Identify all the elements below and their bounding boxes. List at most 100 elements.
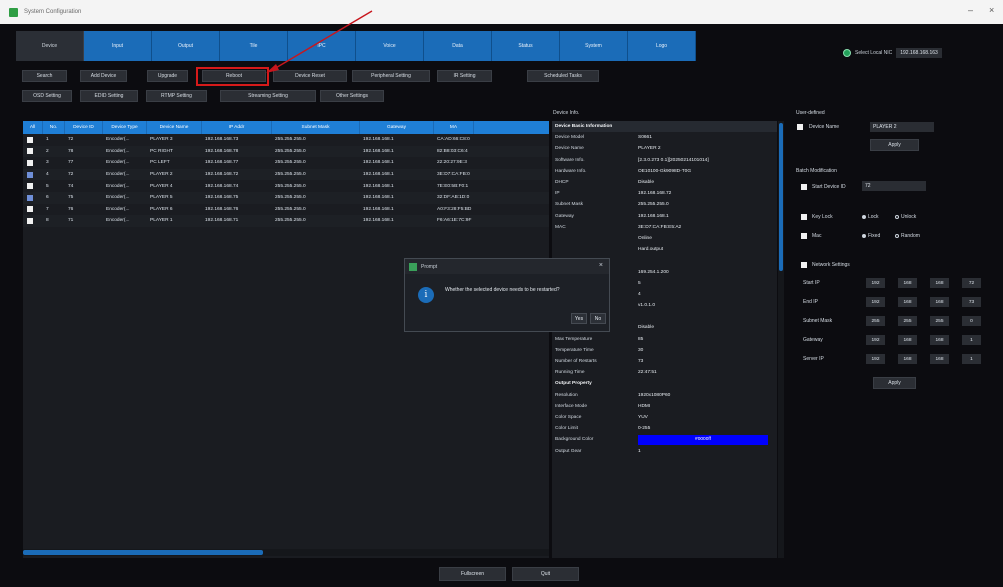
row-checkbox-cell[interactable] xyxy=(23,134,43,146)
table-row[interactable]: 4 72 Encoder(... PLAYER 2 192.168.168.72 255.… xyxy=(23,168,549,181)
row-checkbox[interactable] xyxy=(27,194,33,201)
column-header-device-name[interactable]: Device Name xyxy=(147,121,202,134)
ip-octet-input[interactable]: 168 xyxy=(930,278,949,288)
ip-octet-input[interactable]: 168 xyxy=(898,278,917,288)
cell-type: Encoder(... xyxy=(106,206,130,212)
ip-octet-input[interactable]: 192 xyxy=(866,335,885,345)
column-header-device-id[interactable]: Device ID xyxy=(65,121,103,134)
table-row[interactable]: 3 77 Encoder(... PC LEFT 192.168.168.77 255.2… xyxy=(23,157,549,169)
column-header-ip-addr[interactable]: IP Addr xyxy=(202,121,272,134)
row-checkbox-cell[interactable] xyxy=(23,146,43,158)
ip-octet-input[interactable]: 73 xyxy=(962,297,981,307)
ip-octet-input[interactable]: 192 xyxy=(866,354,885,364)
column-header-no-[interactable]: No. xyxy=(43,121,65,134)
cell-name: PLAYER 3 xyxy=(150,137,173,143)
column-header-all[interactable]: All xyxy=(23,121,43,134)
info-value: 4 xyxy=(638,291,641,297)
row-checkbox[interactable] xyxy=(27,136,33,143)
ip-octet-input[interactable]: 168 xyxy=(930,297,949,307)
dialog-yes-button[interactable]: Yes xyxy=(571,313,587,324)
info-key: Color Limit xyxy=(555,426,578,432)
horizontal-scroll-thumb[interactable] xyxy=(23,550,263,555)
fixed-radio[interactable]: Fixed xyxy=(862,233,880,239)
row-checkbox[interactable] xyxy=(27,217,33,224)
key-lock-label: Key Lock xyxy=(812,214,833,220)
cell-mac: 82:B8:03:C6:4 xyxy=(437,148,468,154)
info-key: Color Space xyxy=(555,414,582,420)
mac-checkbox[interactable] xyxy=(801,233,807,239)
row-checkbox[interactable] xyxy=(27,148,33,155)
start-device-id-checkbox[interactable] xyxy=(801,184,807,190)
cell-no: 1 xyxy=(46,137,49,143)
ip-octet-input[interactable]: 168 xyxy=(898,335,917,345)
ip-octet-input[interactable]: 168 xyxy=(930,354,949,364)
ip-octet-input[interactable]: 192 xyxy=(866,278,885,288)
ip-octet-input[interactable]: 168 xyxy=(930,335,949,345)
info-value: Online xyxy=(638,235,652,241)
cell-ip: 192.168.168.73 xyxy=(205,137,239,143)
dialog-no-button[interactable]: No xyxy=(590,313,606,324)
ip-octet-input[interactable]: 192 xyxy=(866,297,885,307)
ip-octet-input[interactable]: 255 xyxy=(866,316,885,326)
cell-mask: 255.255.255.0 xyxy=(275,160,306,166)
key-lock-checkbox[interactable] xyxy=(801,214,807,220)
batch-modification-title: Batch Modification xyxy=(796,168,837,174)
random-radio[interactable]: Random xyxy=(895,233,920,239)
fixed-radio-label: Fixed xyxy=(868,233,881,239)
lock-radio[interactable]: Lock xyxy=(862,214,879,220)
row-checkbox-cell[interactable] xyxy=(23,157,43,169)
cell-no: 5 xyxy=(46,183,49,189)
column-header-ma[interactable]: MA xyxy=(434,121,474,134)
ip-octet-input[interactable]: 1 xyxy=(962,354,981,364)
table-row[interactable]: 6 75 Encoder(... PLAYER 5 192.168.168.75 255.… xyxy=(23,191,549,204)
device-name-checkbox[interactable] xyxy=(797,124,803,130)
ip-octet-input[interactable]: 168 xyxy=(898,297,917,307)
dialog-close-icon[interactable]: × xyxy=(599,262,603,269)
network-settings-checkbox[interactable] xyxy=(801,262,807,268)
apply-batch-button[interactable]: Apply xyxy=(873,377,916,389)
device-name-input[interactable]: PLAYER 2 xyxy=(870,122,934,132)
quit-button[interactable]: Quit xyxy=(512,567,579,581)
column-header-subnet-mask[interactable]: Subnet Mask xyxy=(272,121,360,134)
row-checkbox[interactable] xyxy=(27,206,33,213)
background-color-swatch: #0000ff xyxy=(638,434,768,445)
table-row[interactable]: 7 76 Encoder(... PLAYER 6 192.168.168.76 255.… xyxy=(23,204,549,216)
row-checkbox[interactable] xyxy=(27,183,33,190)
row-checkbox[interactable] xyxy=(27,159,33,166)
column-header-device-type[interactable]: Device Type xyxy=(103,121,147,134)
row-checkbox-cell[interactable] xyxy=(23,192,43,204)
apply-name-button[interactable]: Apply xyxy=(870,139,919,151)
info-row: DHCP Disable xyxy=(552,177,777,188)
vertical-scroll-thumb[interactable] xyxy=(779,123,783,271)
user-defined-title: User-defined xyxy=(796,110,825,116)
table-row[interactable]: 1 72 Encoder(... PLAYER 3 192.168.168.73 255.… xyxy=(23,134,549,146)
column-header-gateway[interactable]: Gateway xyxy=(360,121,434,134)
ip-octet-input[interactable]: 1 xyxy=(962,335,981,345)
cell-mac: 3E:D7:CA:FB:0 xyxy=(437,172,470,178)
row-checkbox-cell[interactable] xyxy=(23,204,43,216)
ip-octet-input[interactable]: 72 xyxy=(962,278,981,288)
ip-octet-input[interactable]: 255 xyxy=(930,316,949,326)
row-checkbox-cell[interactable] xyxy=(23,169,43,181)
table-row[interactable]: 2 78 Encoder(... PC RIGHT 192.168.168.78 255.… xyxy=(23,145,549,158)
row-checkbox-cell[interactable] xyxy=(23,180,43,192)
row-checkbox-cell[interactable] xyxy=(23,215,43,227)
row-checkbox[interactable] xyxy=(27,171,33,178)
info-key: MAC xyxy=(555,224,566,230)
cell-type: Encoder(... xyxy=(106,172,130,178)
info-value: 255.255.255.0 xyxy=(638,202,669,208)
table-row[interactable]: 8 71 Encoder(... PLAYER 1 192.168.168.71 255.… xyxy=(23,215,549,227)
info-row: Hardware Info. OE10100-Gk9098D-T0G xyxy=(552,166,777,177)
ip-octet-input[interactable]: 168 xyxy=(898,354,917,364)
info-key: Subnet Mask xyxy=(555,202,583,208)
vertical-scrollbar[interactable] xyxy=(778,121,784,558)
table-row[interactable]: 5 74 Encoder(... PLAYER 4 192.168.168.74 255.… xyxy=(23,180,549,192)
ip-octet-input[interactable]: 0 xyxy=(962,316,981,326)
ip-octet-input[interactable]: 255 xyxy=(898,316,917,326)
info-value: 30 xyxy=(638,347,644,353)
start-device-id-input[interactable]: 72 xyxy=(862,181,926,191)
fullscreen-button[interactable]: Fullscreen xyxy=(439,567,506,581)
random-radio-icon xyxy=(895,233,899,238)
cell-mask: 255.255.255.0 xyxy=(275,183,306,189)
unlock-radio[interactable]: Unlock xyxy=(895,214,916,220)
